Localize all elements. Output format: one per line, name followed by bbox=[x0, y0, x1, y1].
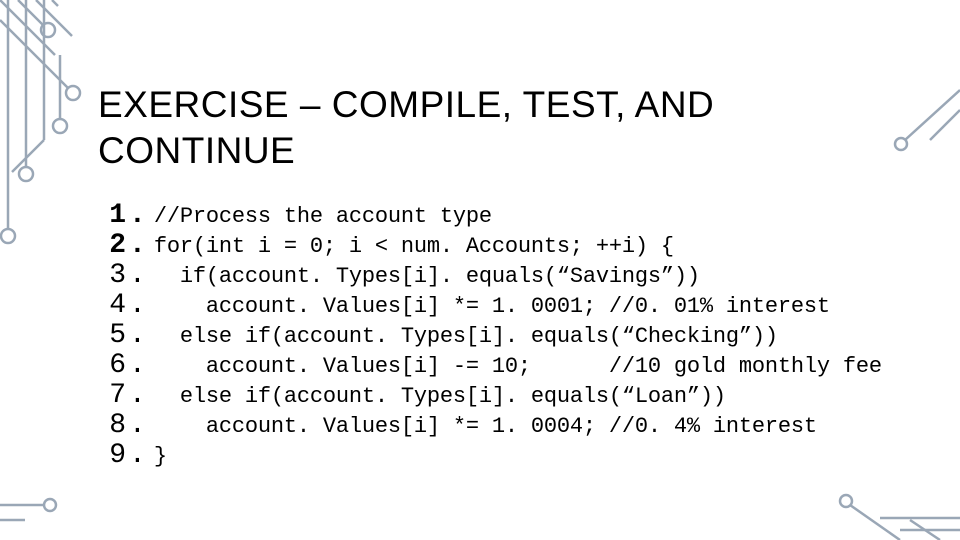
line-number: 9 bbox=[100, 440, 126, 471]
code-line: 4. account. Values[i] *= 1. 0001; //0. 0… bbox=[100, 290, 882, 321]
line-dot: . bbox=[129, 410, 146, 441]
line-dot: . bbox=[129, 440, 146, 471]
code-line: 6. account. Values[i] -= 10; //10 gold m… bbox=[100, 350, 882, 381]
code-line: 1. //Process the account type bbox=[100, 200, 882, 231]
code-text: account. Values[i] -= 10; //10 gold mont… bbox=[154, 354, 882, 379]
line-dot: . bbox=[129, 290, 146, 321]
slide: EXERCISE – COMPILE, TEST, ANDCONTINUE 1.… bbox=[0, 0, 960, 540]
line-dot: . bbox=[129, 260, 146, 291]
code-text: } bbox=[154, 444, 167, 469]
title-line-1: EXERCISE – COMPILE, TEST, ANDCONTINUE bbox=[98, 84, 714, 171]
line-dot: . bbox=[129, 350, 146, 381]
code-text: if(account. Types[i]. equals(“Savings”)) bbox=[154, 264, 700, 289]
code-text: account. Values[i] *= 1. 0001; //0. 01% … bbox=[154, 294, 830, 319]
code-line: 8. account. Values[i] *= 1. 0004; //0. 4… bbox=[100, 410, 882, 441]
code-text: account. Values[i] *= 1. 0004; //0. 4% i… bbox=[154, 414, 817, 439]
code-text: else if(account. Types[i]. equals(“Loan”… bbox=[154, 384, 726, 409]
code-text: else if(account. Types[i]. equals(“Check… bbox=[154, 324, 778, 349]
line-number: 2 bbox=[100, 230, 126, 261]
code-text: //Process the account type bbox=[154, 204, 492, 229]
line-dot: . bbox=[129, 320, 146, 351]
code-line: 9.} bbox=[100, 440, 882, 471]
line-number: 5 bbox=[100, 320, 126, 351]
code-block: 1. //Process the account type 2. for(int i … bbox=[100, 200, 882, 470]
line-number: 4 bbox=[100, 290, 126, 321]
line-number: 8 bbox=[100, 410, 126, 441]
code-line: 7. else if(account. Types[i]. equals(“Lo… bbox=[100, 380, 882, 411]
line-number: 6 bbox=[100, 350, 126, 381]
line-dot: . bbox=[129, 380, 146, 411]
line-dot: . bbox=[129, 200, 146, 231]
line-number: 7 bbox=[100, 380, 126, 411]
line-number: 3 bbox=[100, 260, 126, 291]
code-text: for(int i = 0; i < num. Accounts; ++i) { bbox=[154, 234, 674, 259]
line-dot: . bbox=[129, 230, 146, 261]
code-line: 2. for(int i = 0; i < num. Accounts; ++i)… bbox=[100, 230, 882, 261]
slide-title: EXERCISE – COMPILE, TEST, ANDCONTINUE bbox=[98, 82, 714, 175]
line-number: 1 bbox=[100, 200, 126, 231]
code-line: 5. else if(account. Types[i]. equals(“Ch… bbox=[100, 320, 882, 351]
code-line: 3. if(account. Types[i]. equals(“Savings… bbox=[100, 260, 882, 291]
